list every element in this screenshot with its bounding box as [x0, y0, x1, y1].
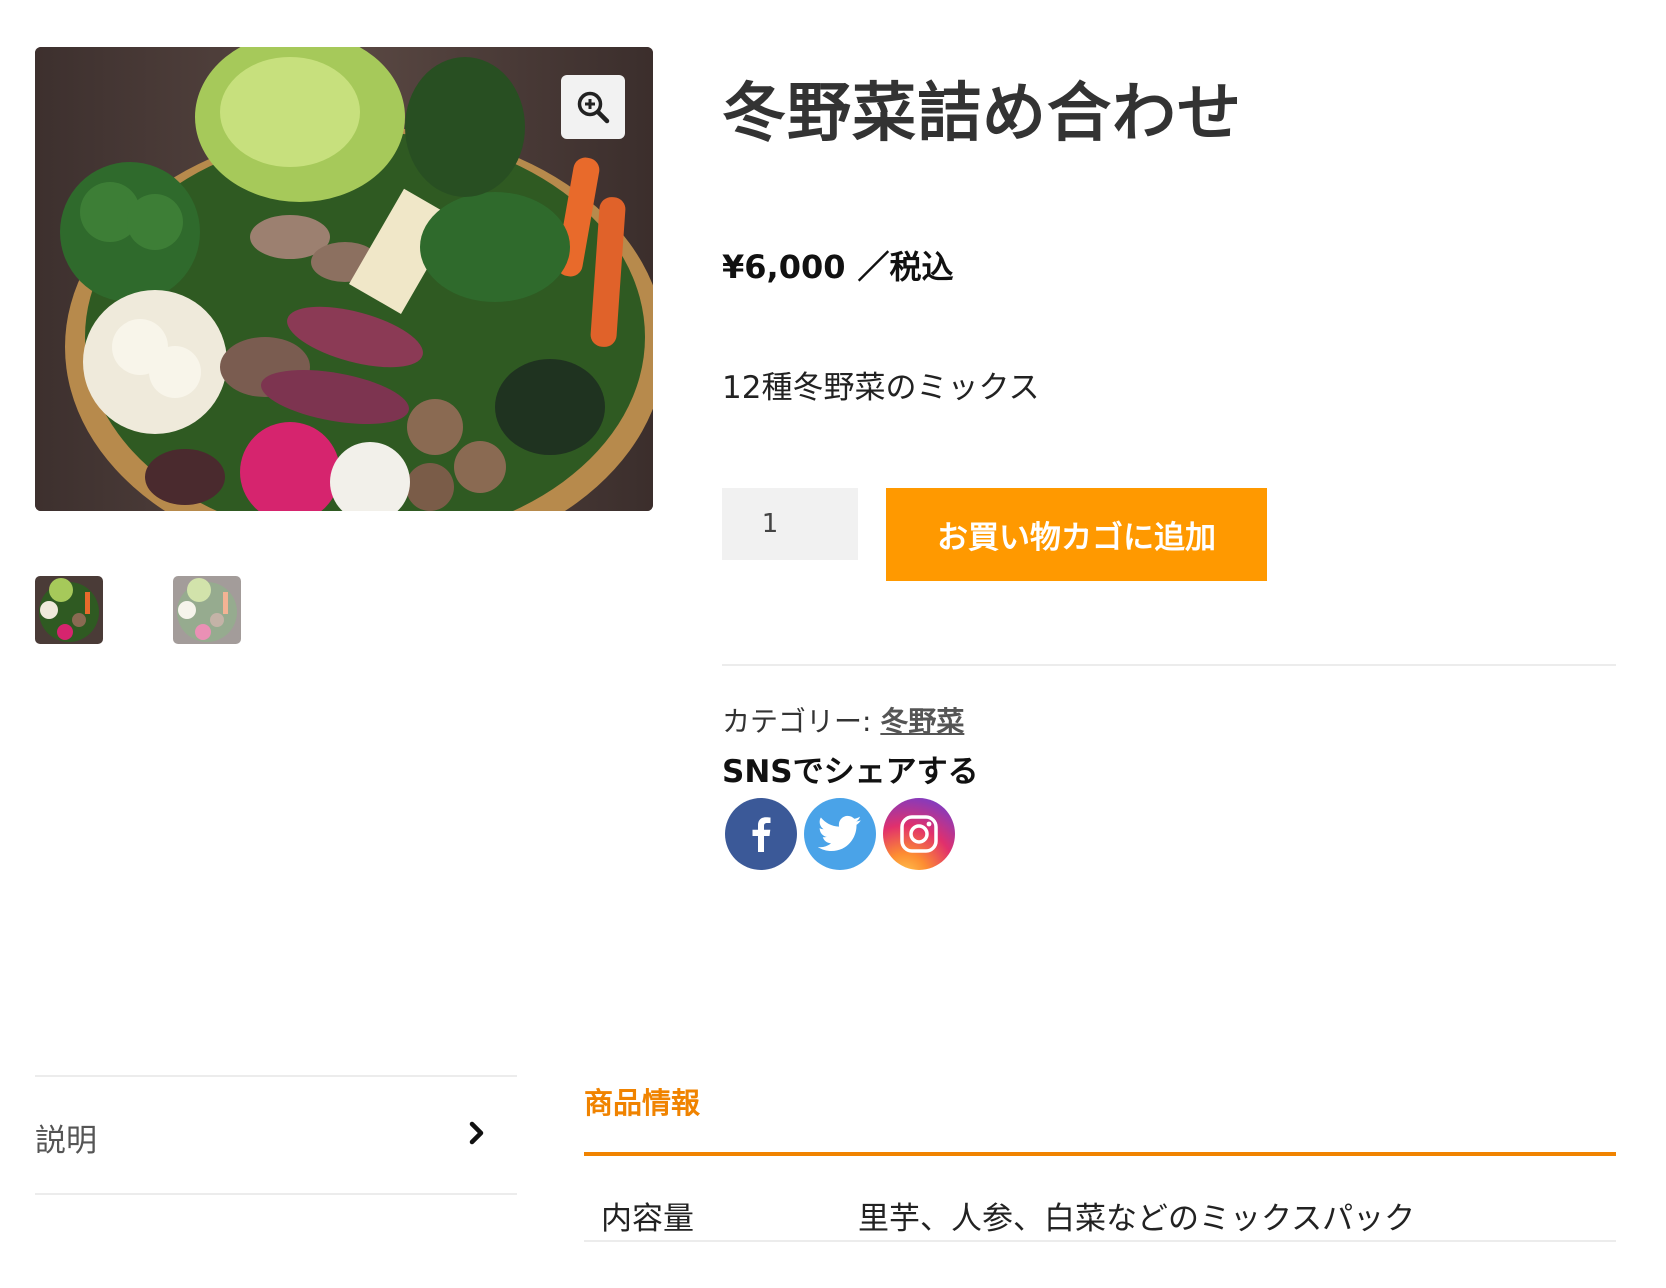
category-label: カテゴリー:	[722, 705, 872, 738]
thumbnail-image	[35, 576, 103, 644]
spec-value: 里芋、人参、白菜などのミックスパック	[858, 1201, 1416, 1237]
product-info-heading: 商品情報	[584, 1086, 701, 1120]
price-amount: ¥6,000	[722, 248, 846, 286]
tab-description[interactable]: 説明	[35, 1077, 517, 1193]
quantity-input[interactable]	[722, 488, 858, 560]
instagram-share-button[interactable]	[883, 798, 955, 870]
twitter-share-button[interactable]	[804, 798, 876, 870]
gallery-thumbnail-1[interactable]	[35, 576, 103, 644]
product-short-description: 12種冬野菜のミックス	[722, 370, 1040, 406]
thumbnail-image	[173, 576, 241, 644]
tab-description-label: 説明	[35, 1123, 97, 1159]
product-category: カテゴリー: 冬野菜	[722, 700, 964, 740]
product-info-rule	[584, 1152, 1616, 1156]
zoom-in-icon	[577, 91, 610, 124]
spec-row-divider	[584, 1240, 1616, 1242]
product-title: 冬野菜詰め合わせ	[722, 77, 1242, 151]
tab-divider	[35, 1193, 517, 1195]
twitter-icon	[818, 815, 862, 852]
zoom-button[interactable]	[561, 75, 625, 139]
chevron-right-icon	[469, 1121, 484, 1145]
summary-divider	[722, 664, 1616, 666]
add-to-cart-button[interactable]: お買い物カゴに追加	[886, 488, 1267, 581]
instagram-icon	[900, 815, 938, 853]
gallery-thumbnail-2[interactable]	[173, 576, 241, 644]
product-page: 冬野菜詰め合わせ ¥6,000 ／税込 12種冬野菜のミックス お買い物カゴに追加…	[0, 0, 1666, 1288]
facebook-icon	[752, 817, 771, 852]
price-tax-suffix: ／税込	[857, 248, 954, 286]
product-price: ¥6,000 ／税込	[722, 242, 954, 288]
category-link[interactable]: 冬野菜	[880, 705, 964, 738]
share-title: SNSでシェアする	[722, 754, 979, 790]
facebook-share-button[interactable]	[725, 798, 797, 870]
spec-key: 内容量	[601, 1201, 694, 1237]
